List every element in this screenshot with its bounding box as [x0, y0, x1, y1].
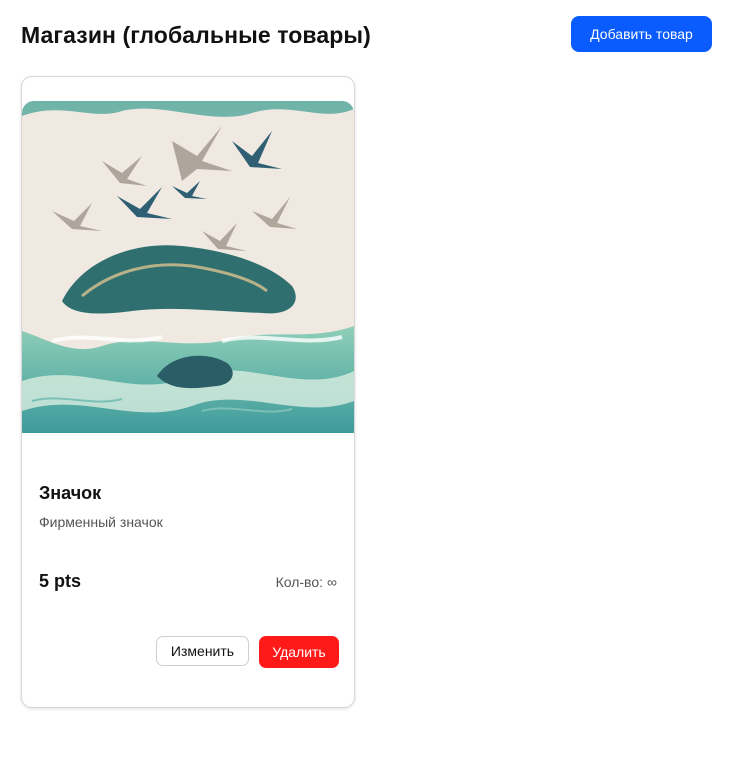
product-card: Значок Фирменный значок 5 pts Кол-во: ∞ …: [21, 76, 355, 708]
quantity-infinity-icon: ∞: [327, 574, 337, 590]
edit-product-button[interactable]: Изменить: [156, 636, 249, 666]
product-title: Значок: [39, 483, 102, 503]
add-product-button[interactable]: Добавить товар: [571, 16, 712, 52]
product-quantity: Кол-во: ∞: [276, 574, 337, 590]
product-price: 5 pts: [39, 571, 82, 591]
delete-product-button[interactable]: Удалить: [259, 636, 339, 668]
product-description: Фирменный значок: [39, 514, 163, 530]
page-title: Магазин (глобальные товары): [21, 22, 371, 48]
product-image: [22, 101, 354, 433]
quantity-label: Кол-во:: [275, 574, 324, 590]
